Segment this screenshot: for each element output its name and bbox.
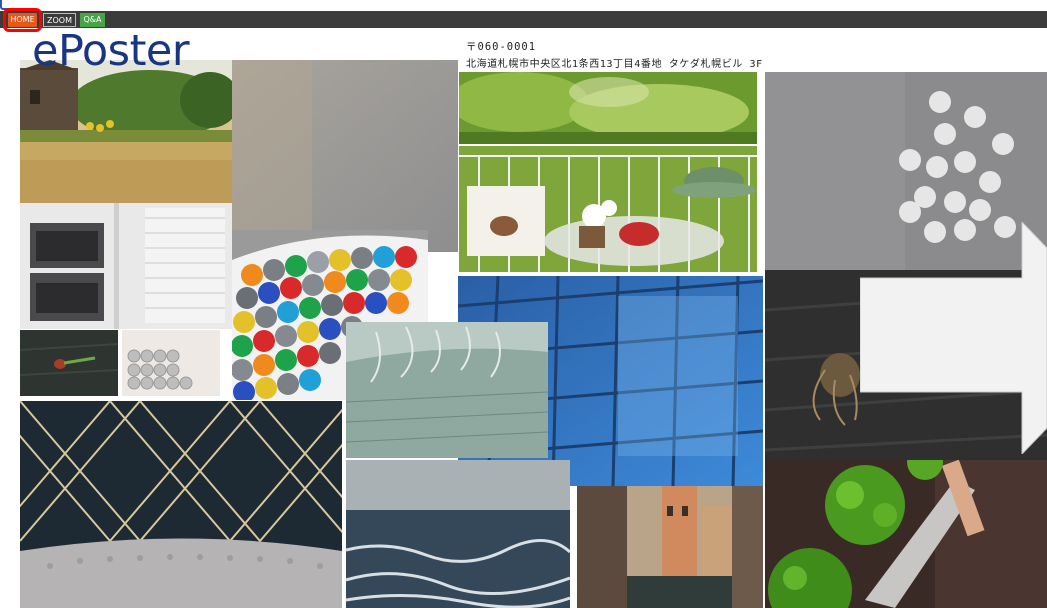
moss-balls-photo bbox=[765, 460, 1047, 608]
poster-title: ePoster bbox=[32, 26, 190, 76]
postal-code: 〒060-0001 bbox=[466, 41, 537, 53]
balcony-table-photo bbox=[459, 146, 757, 272]
grey-wall-photo bbox=[232, 60, 458, 252]
wheat-field-photo bbox=[20, 60, 232, 203]
frayed-fabric-photo bbox=[346, 322, 548, 458]
garden-greenery-photo bbox=[459, 72, 757, 144]
sofa-lattice-wall-photo bbox=[20, 401, 342, 608]
home-button[interactable]: HOME bbox=[3, 8, 42, 32]
address-text: 北海道札幌市中央区北1条西13丁目4番地 タケダ札幌ビル 3F bbox=[466, 59, 763, 70]
ocean-waves-photo bbox=[346, 460, 570, 608]
corner-mark bbox=[0, 0, 22, 10]
qa-button[interactable]: Q&A bbox=[80, 13, 105, 27]
right-arrow-icon[interactable] bbox=[859, 220, 1047, 456]
vegetable-on-dark-wood-photo bbox=[20, 330, 118, 396]
zoom-button[interactable]: ZOOM bbox=[43, 13, 76, 27]
cans-photo bbox=[122, 330, 220, 396]
kitchen-photo bbox=[20, 203, 232, 329]
venice-canal-photo bbox=[577, 486, 763, 608]
